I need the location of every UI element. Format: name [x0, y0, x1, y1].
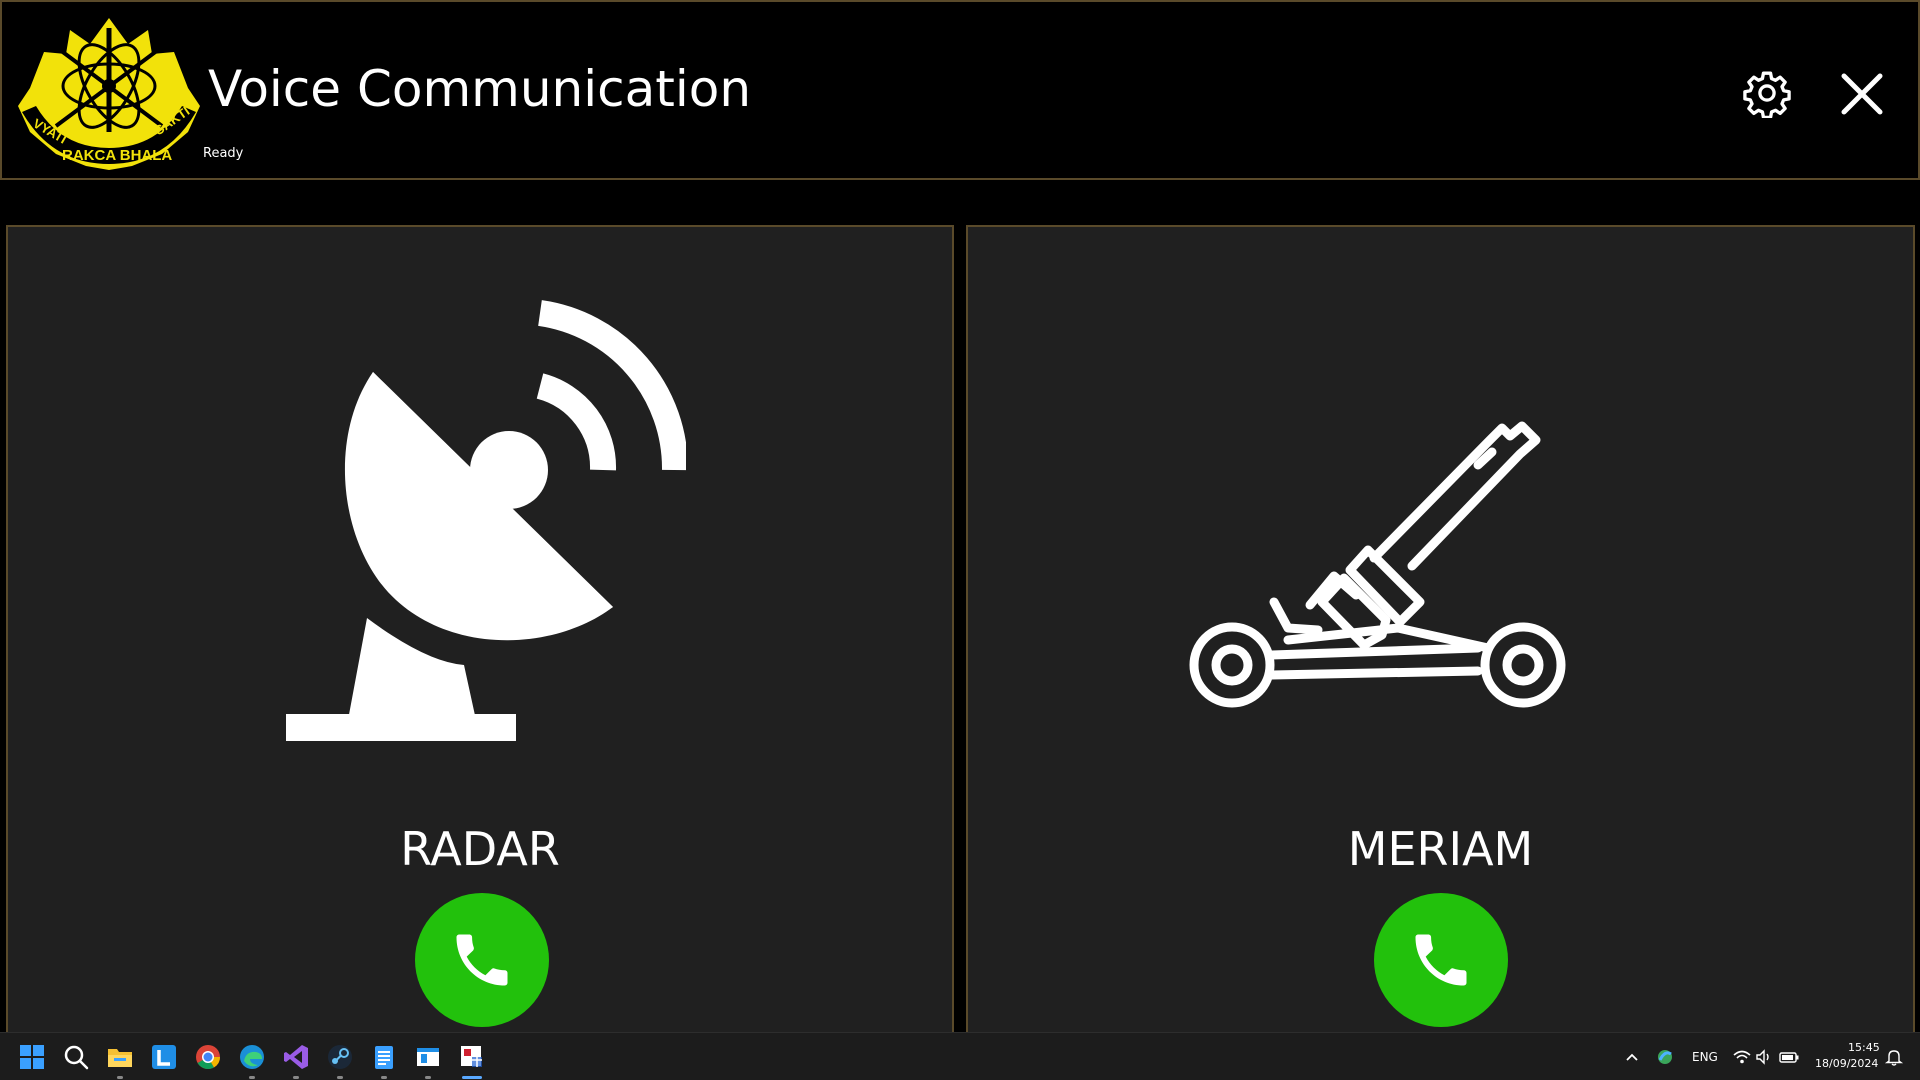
call-radar-button[interactable]: [415, 893, 549, 1027]
chrome-icon[interactable]: [194, 1043, 222, 1071]
running-indicator: [117, 1076, 123, 1079]
radar-label: RADAR: [400, 822, 560, 876]
title-bar: VYATI RAKCA BHALA CAKTI Voice Communicat…: [0, 0, 1920, 180]
meriam-label: MERIAM: [1347, 822, 1534, 876]
clock-time[interactable]: 15:45: [1848, 1041, 1880, 1054]
clock-date[interactable]: 18/09/2024: [1815, 1057, 1878, 1070]
search-icon[interactable]: [62, 1043, 90, 1071]
gear-icon: [1743, 71, 1791, 120]
army-crest-icon: VYATI RAKCA BHALA CAKTI: [18, 18, 200, 170]
running-indicator: [249, 1076, 255, 1079]
wifi-icon[interactable]: [1732, 1047, 1752, 1067]
phone-icon: [1415, 934, 1467, 986]
running-indicator: [293, 1076, 299, 1079]
close-icon: [1841, 73, 1883, 115]
windows-start-icon[interactable]: [18, 1043, 46, 1071]
settings-button[interactable]: [1742, 68, 1792, 120]
running-indicator: [381, 1076, 387, 1079]
phone-icon: [456, 934, 508, 986]
artillery-cannon-icon: [1189, 421, 1566, 708]
battery-icon[interactable]: [1778, 1047, 1800, 1067]
running-indicator: [337, 1076, 343, 1079]
meriam-panel: MERIAM: [966, 225, 1915, 1035]
active-app-indicator: [462, 1076, 482, 1079]
l-app-icon[interactable]: [150, 1043, 178, 1071]
app-title: Voice Communication: [208, 60, 752, 118]
satellite-dish-icon: [286, 300, 686, 741]
call-meriam-button[interactable]: [1374, 893, 1508, 1027]
notification-bell-icon[interactable]: [1884, 1047, 1904, 1067]
chevron-up-icon[interactable]: [1622, 1047, 1642, 1067]
close-button[interactable]: [1836, 68, 1888, 120]
radar-panel: RADAR: [6, 225, 954, 1035]
steam-icon[interactable]: [326, 1043, 354, 1071]
tray-app-icon[interactable]: [1654, 1046, 1676, 1068]
running-indicator: [425, 1076, 431, 1079]
voice-app-icon[interactable]: [458, 1043, 486, 1071]
logo-motto-bottom: RAKCA BHALA: [62, 147, 172, 164]
taskbar: ENG 15:45 18/09/2024: [0, 1032, 1920, 1080]
status-text: Ready: [203, 146, 244, 161]
visual-studio-icon[interactable]: [282, 1043, 310, 1071]
window-app-icon[interactable]: [414, 1043, 442, 1071]
language-indicator[interactable]: ENG: [1692, 1050, 1718, 1064]
notepad-icon[interactable]: [370, 1043, 398, 1071]
volume-icon[interactable]: [1754, 1047, 1774, 1067]
edge-icon[interactable]: [238, 1043, 266, 1071]
file-explorer-icon[interactable]: [106, 1043, 134, 1071]
